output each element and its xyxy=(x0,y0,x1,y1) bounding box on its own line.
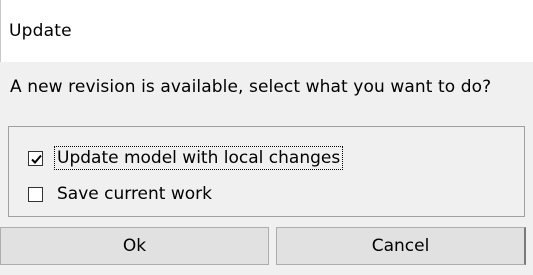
option-save-work[interactable]: Save current work xyxy=(28,182,214,206)
update-dialog: Update A new revision is available, sele… xyxy=(0,0,533,275)
update-model-label[interactable]: Update model with local changes xyxy=(53,146,344,170)
cancel-button[interactable]: Cancel xyxy=(276,227,526,265)
dialog-title: Update xyxy=(9,21,72,41)
update-model-checkbox[interactable] xyxy=(28,150,43,166)
dialog-message: A new revision is available, select what… xyxy=(10,77,492,97)
save-work-checkbox[interactable] xyxy=(28,186,43,202)
title-bar: Update xyxy=(0,0,533,62)
save-work-label[interactable]: Save current work xyxy=(55,183,214,205)
checkmark-icon xyxy=(31,154,42,164)
option-update-model[interactable]: Update model with local changes xyxy=(28,146,344,170)
ok-button[interactable]: Ok xyxy=(0,227,269,265)
